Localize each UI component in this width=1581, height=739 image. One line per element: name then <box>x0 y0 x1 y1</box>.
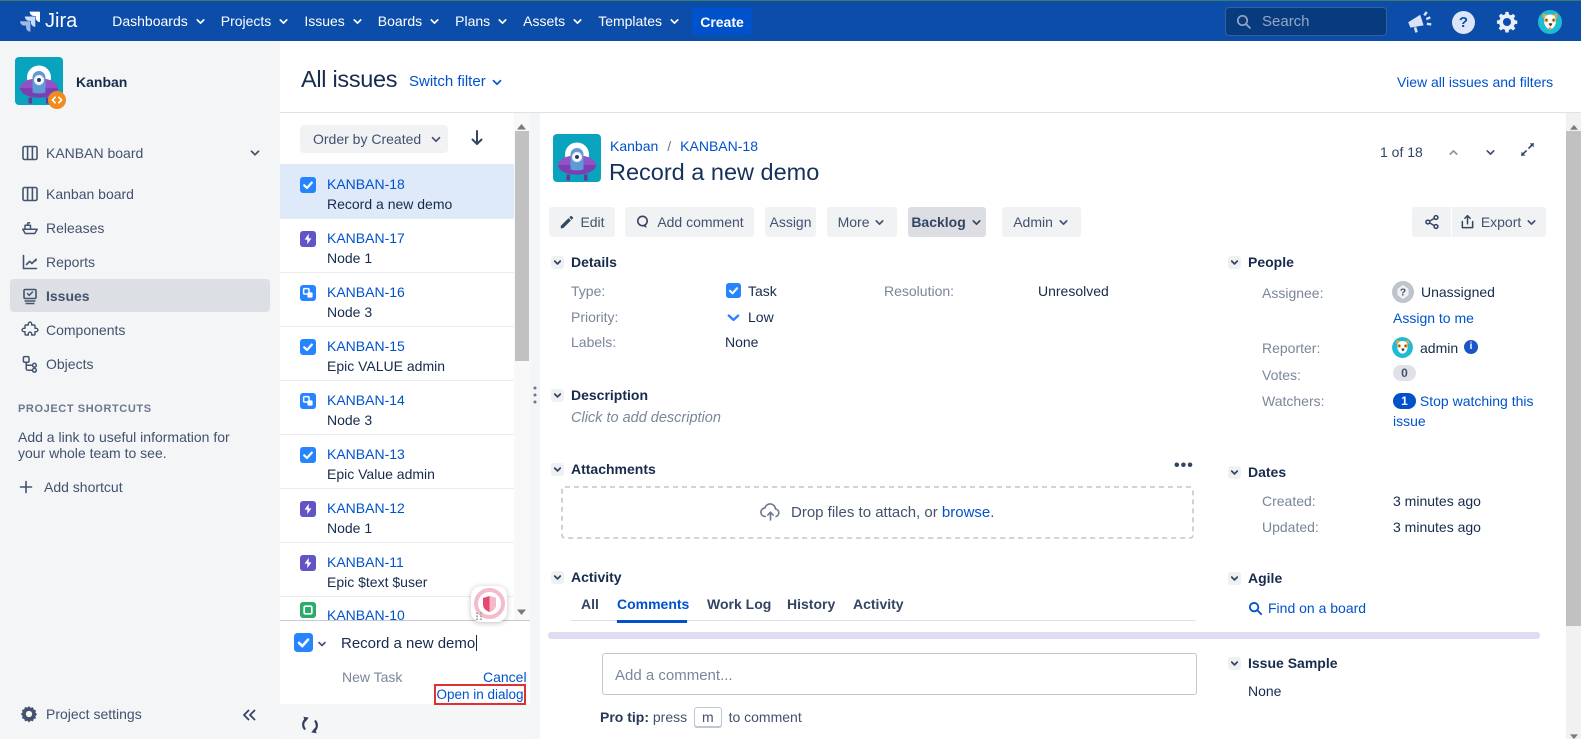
svg-text:?: ? <box>1400 287 1406 299</box>
